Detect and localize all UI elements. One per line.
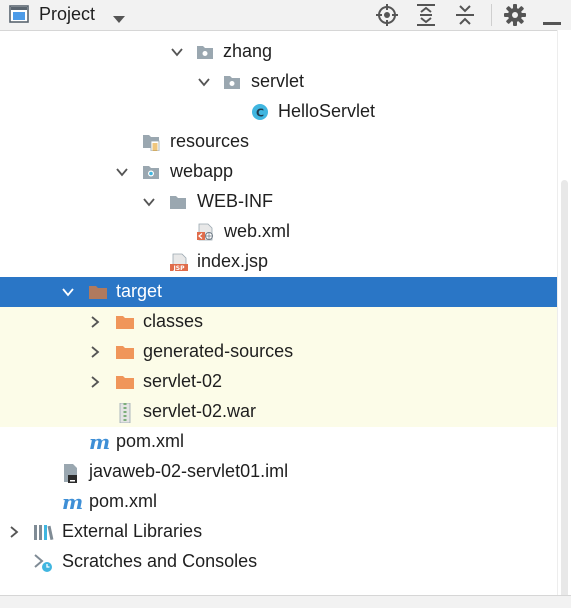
chevron-down-icon[interactable] xyxy=(170,45,184,59)
tree-item-external-libraries[interactable]: External Libraries xyxy=(0,517,557,547)
tree-item-label: classes xyxy=(143,311,204,331)
maven-icon: m xyxy=(88,430,110,454)
expand-all-icon[interactable] xyxy=(415,3,437,32)
libraries-icon xyxy=(33,523,54,541)
project-toolbar: Project xyxy=(0,0,571,31)
scratches-icon xyxy=(33,553,52,572)
chevron-down-icon[interactable] xyxy=(61,285,75,299)
tree-item-label: WEB-INF xyxy=(197,191,273,211)
tree-item-label: zhang xyxy=(223,41,273,61)
excluded-folder-icon xyxy=(88,283,107,301)
chevron-right-icon[interactable] xyxy=(88,315,102,329)
tree-item-web-xml[interactable]: web.xml xyxy=(0,217,557,247)
tree-item-label: servlet-02 xyxy=(143,371,223,391)
tree-item-servlet-02-war[interactable]: servlet-02.war xyxy=(0,397,557,427)
tree-item-label: Scratches and Consoles xyxy=(62,551,258,571)
tree-item-iml-file[interactable]: javaweb-02-servlet01.iml xyxy=(0,457,557,487)
tree-item-helloservlet[interactable]: C HelloServlet xyxy=(0,97,557,127)
tree-item-label: resources xyxy=(170,131,250,151)
tree-item-label: javaweb-02-servlet01.iml xyxy=(89,461,289,481)
scrollbar-thumb[interactable] xyxy=(561,180,568,600)
locate-icon[interactable] xyxy=(375,3,399,32)
excluded-folder-icon xyxy=(115,313,134,331)
tree-item-label: target xyxy=(116,281,163,301)
tree-item-zhang[interactable]: zhang xyxy=(0,37,557,67)
tree-item-label: External Libraries xyxy=(62,521,203,541)
chevron-down-icon[interactable] xyxy=(142,195,156,209)
collapse-all-icon[interactable] xyxy=(454,3,476,32)
tree-item-label: HelloServlet xyxy=(278,101,376,121)
gear-icon[interactable] xyxy=(503,3,527,32)
svg-text:C: C xyxy=(256,107,264,120)
svg-text:m: m xyxy=(89,433,110,451)
excluded-folder-icon xyxy=(115,343,134,361)
dropdown-icon[interactable] xyxy=(112,11,126,29)
chevron-right-icon[interactable] xyxy=(88,375,102,389)
folder-icon xyxy=(169,193,187,211)
tree-item-scratches-and-consoles[interactable]: Scratches and Consoles xyxy=(0,547,557,577)
chevron-right-icon[interactable] xyxy=(7,525,21,539)
tree-item-pom-xml[interactable]: m pom.xml xyxy=(0,487,557,517)
maven-icon: m xyxy=(61,490,83,514)
archive-icon xyxy=(118,402,136,424)
project-view-title[interactable]: Project xyxy=(39,4,95,25)
excluded-folder-icon xyxy=(115,373,134,391)
project-view-icon[interactable] xyxy=(9,5,29,28)
java-class-icon: C xyxy=(251,103,269,121)
bottom-edge xyxy=(0,595,571,608)
tree-item-servlet[interactable]: servlet xyxy=(0,67,557,97)
vertical-scrollbar[interactable] xyxy=(557,30,571,600)
web-folder-icon xyxy=(142,163,160,181)
tree-item-target[interactable]: target xyxy=(0,277,571,307)
tree-item-label: index.jsp xyxy=(197,251,269,271)
chevron-right-icon[interactable] xyxy=(88,345,102,359)
tree-item-resources[interactable]: resources xyxy=(0,127,557,157)
tree-item-label: webapp xyxy=(170,161,234,181)
tree-item-web-inf[interactable]: WEB-INF xyxy=(0,187,557,217)
tree-item-label: pom.xml xyxy=(116,431,185,451)
toolbar-divider xyxy=(491,4,492,26)
tree-item-label: servlet xyxy=(251,71,305,91)
tree-item-pom-xml[interactable]: m pom.xml xyxy=(0,427,557,457)
iml-file-icon xyxy=(61,463,79,483)
tree-item-label: servlet-02.war xyxy=(143,401,257,421)
resources-folder-icon xyxy=(142,133,160,152)
hide-icon[interactable] xyxy=(543,13,561,31)
tree-item-generated-sources[interactable]: generated-sources xyxy=(0,337,557,367)
package-icon xyxy=(223,73,241,91)
tree-item-label: pom.xml xyxy=(89,491,158,511)
tree-item-classes[interactable]: classes xyxy=(0,307,557,337)
tree-item-label: generated-sources xyxy=(143,341,294,361)
svg-text:m: m xyxy=(62,493,83,511)
tree-item-servlet-02[interactable]: servlet-02 xyxy=(0,367,557,397)
chevron-down-icon[interactable] xyxy=(115,165,129,179)
tree-item-webapp[interactable]: webapp xyxy=(0,157,557,187)
chevron-down-icon[interactable] xyxy=(197,75,211,89)
package-icon xyxy=(196,43,214,61)
jsp-file-icon: JSP xyxy=(169,253,188,272)
tree-item-index-jsp[interactable]: JSP index.jsp xyxy=(0,247,557,277)
web-xml-icon xyxy=(196,223,214,241)
tree-item-label: web.xml xyxy=(224,221,291,241)
svg-text:JSP: JSP xyxy=(173,265,186,271)
